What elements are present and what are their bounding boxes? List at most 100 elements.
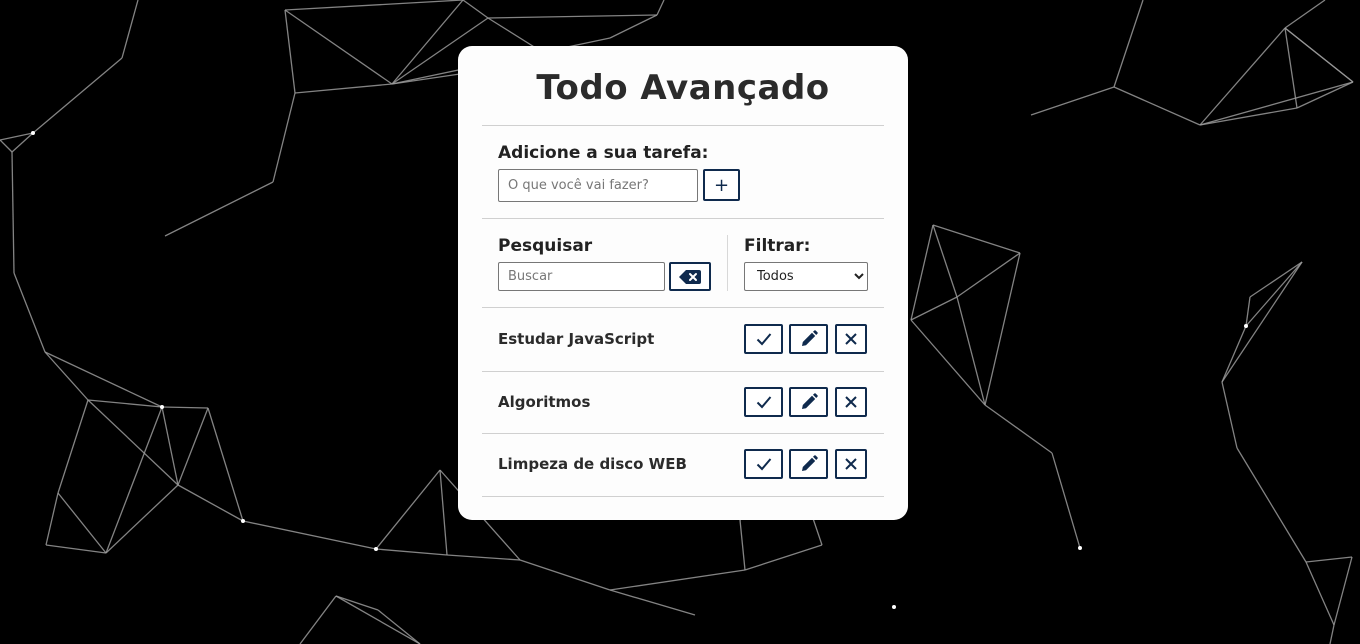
finish-todo-button[interactable] [744,386,783,417]
remove-todo-button[interactable] [835,324,867,354]
network-line [375,548,448,556]
network-line [462,0,489,19]
close-icon [845,333,857,345]
filter-label: Filtrar: [744,236,811,256]
pencil-icon [800,392,818,411]
network-line [299,595,337,644]
divider [482,125,884,126]
pencil-icon [800,330,818,348]
network-line [487,14,658,19]
network-line [242,520,377,550]
clear-search-button[interactable] [669,262,711,291]
network-line [45,492,59,546]
network-line [1113,0,1144,88]
edit-todo-button[interactable] [789,386,828,417]
network-line [609,589,696,616]
network-line [105,406,163,554]
network-line [44,351,163,408]
network-node [374,547,378,551]
network-line [44,351,89,401]
network-line [1284,27,1298,109]
network-line [1051,452,1081,549]
network-line [272,92,296,183]
network-node [160,405,164,409]
network-line [57,399,89,494]
add-task-input[interactable] [498,169,698,202]
network-line [375,469,441,550]
close-icon [845,458,857,470]
backspace-icon [679,269,701,284]
network-line [956,252,1021,298]
network-line [439,469,448,556]
network-line [121,0,139,59]
network-line [1333,556,1353,626]
network-node [241,519,245,523]
pencil-icon [800,455,818,473]
network-line [161,406,179,486]
network-line [57,492,107,554]
todo-item: Algoritmos [458,371,908,433]
network-line [161,406,209,409]
network-node [1244,324,1248,328]
todo-item: Limpeza de disco WEB [458,433,908,495]
network-line [446,554,521,561]
network-line [13,272,46,353]
network-line [1284,27,1354,83]
network-line [1221,325,1247,383]
network-line [744,544,823,571]
finish-todo-button[interactable] [744,324,783,354]
filter-select[interactable]: Todos [744,262,868,291]
network-line [932,224,1021,254]
network-line [87,399,163,408]
check-icon [756,332,772,346]
network-line [609,14,658,39]
edit-todo-button[interactable] [789,449,828,479]
network-line [284,9,393,85]
search-label: Pesquisar [498,236,593,256]
network-line [105,484,179,554]
edit-todo-button[interactable] [789,324,828,354]
network-line [377,609,421,644]
network-line [0,132,34,141]
remove-todo-button[interactable] [835,449,867,479]
network-line [294,83,393,94]
network-line [910,296,958,321]
network-line [45,544,107,554]
network-line [910,224,934,321]
network-line [335,595,421,644]
network-line [932,224,958,298]
network-line [1199,107,1298,126]
network-line [1305,561,1335,626]
add-task-label: Adicione a sua tarefa: [498,143,709,163]
check-icon [756,395,772,409]
network-line [1199,27,1286,126]
app-title: Todo Avançado [536,68,830,108]
network-node [892,605,896,609]
network-line [1199,81,1354,126]
network-line [1221,261,1303,383]
network-line [519,559,611,591]
todo-text: Algoritmos [498,392,591,411]
todo-text: Estudar JavaScript [498,330,655,348]
search-input[interactable] [498,262,665,291]
network-line [1030,86,1115,116]
network-line [284,9,296,94]
add-task-button[interactable]: + [703,169,740,201]
network-line [284,0,464,11]
todo-card: Todo Avançado Adicione a sua tarefa: + P… [458,46,908,520]
network-line [984,404,1053,454]
network-node [1078,546,1082,550]
remove-todo-button[interactable] [835,386,867,417]
network-line [1221,381,1238,449]
network-line [1113,86,1201,126]
network-line [656,0,665,16]
network-line [1284,0,1326,29]
close-icon [845,395,857,408]
network-line [164,181,274,237]
network-line [177,407,209,486]
network-line [11,151,15,274]
check-icon [756,457,772,471]
finish-todo-button[interactable] [744,449,783,479]
divider [482,218,884,219]
network-line [609,569,746,591]
